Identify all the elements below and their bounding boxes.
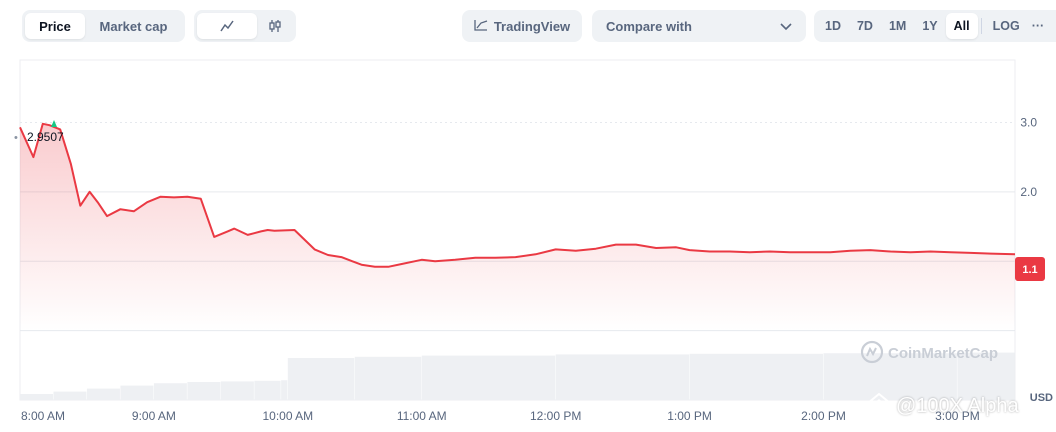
volume-bar [153,383,187,400]
x-tick-label: 10:00 AM [262,409,313,423]
x-tick-label: 2:00 PM [801,409,846,423]
y-axis-unit: USD [1030,392,1053,404]
volume-bar [120,385,154,400]
y-tick-label: 3.0 [1020,115,1037,129]
x-tick-label: 9:00 AM [132,409,176,423]
x-tick-label: 8:00 AM [21,409,65,423]
price-area-fill [20,123,1015,331]
overlay-watermark-text: @100X Alpha [896,394,1019,417]
volume-bar [187,382,221,400]
x-tick-label: 11:00 AM [397,409,447,423]
volume-bar [421,355,556,400]
y-tick-label: 2.0 [1020,185,1037,199]
high-up-arrow-icon [51,120,57,127]
diamond-logo-icon [866,392,892,420]
volume-bar [254,380,281,400]
volume-bar [689,353,823,400]
cmc-watermark-text: CoinMarketCap [888,345,998,362]
x-tick-label: 12:00 PM [530,409,581,423]
x-tick-label: 1:00 PM [667,409,712,423]
overlay-watermark: @100X Alpha [866,392,1019,420]
price-chart: 3.0 2.0 8:00 AM 9:00 AM 10:00 AM 11:00 AM 12:… [14,59,1053,423]
volume-bar [20,394,53,400]
volume-bar [287,358,355,400]
current-price-tag: 1.1 [1015,257,1045,281]
volume-bar [354,356,422,400]
volume-bar [281,380,288,400]
volume-bar [220,381,254,400]
high-value-label: 2.9507 [27,130,64,144]
high-dot-icon: • [14,132,18,144]
volume-bar [53,391,87,400]
current-price-label: 1.1 [1022,264,1037,276]
volume-bar [86,388,120,400]
volume-bar [555,354,690,400]
